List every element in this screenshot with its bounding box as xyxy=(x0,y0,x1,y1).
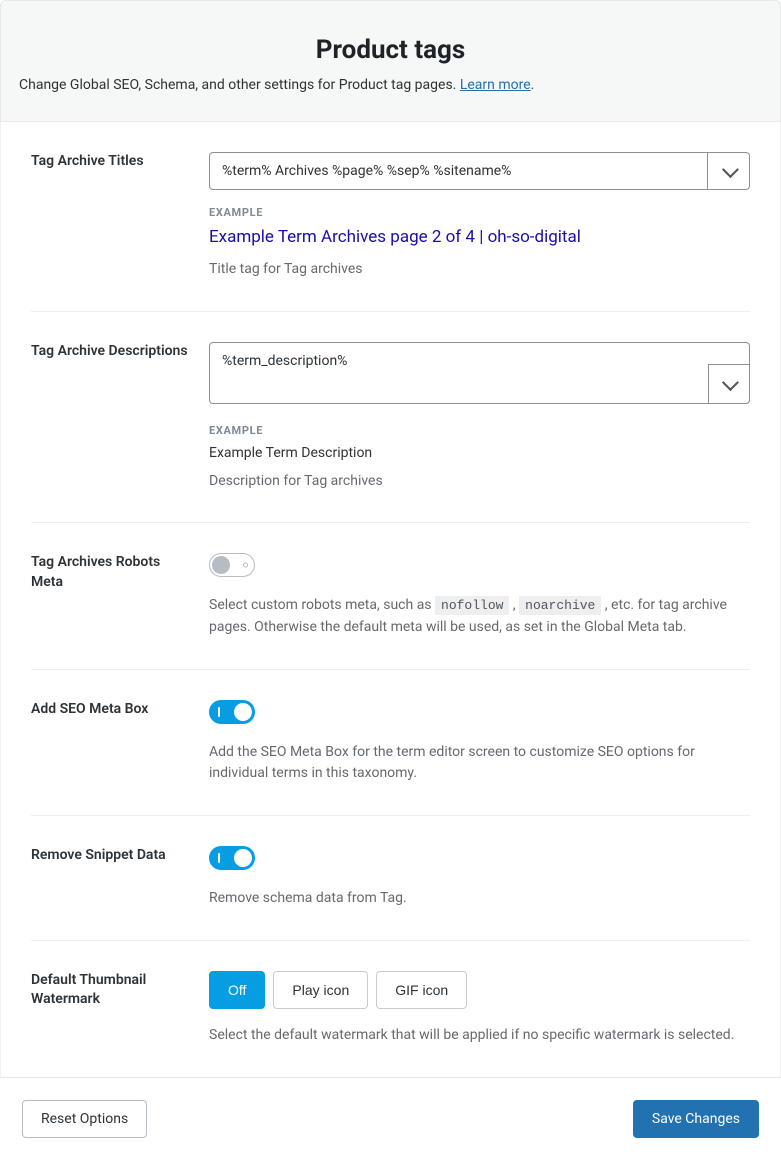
row-tag-archive-titles: Tag Archive Titles EXAMPLE Example Term … xyxy=(31,122,750,312)
example-label: EXAMPLE xyxy=(209,206,750,219)
learn-more-link[interactable]: Learn more xyxy=(460,77,531,93)
field-help: Select the default watermark that will b… xyxy=(209,1025,750,1047)
variable-dropdown-button[interactable] xyxy=(708,152,750,190)
seo-meta-box-toggle[interactable] xyxy=(209,700,255,724)
field-help: Select custom robots meta, such as nofol… xyxy=(209,595,750,638)
row-thumbnail-watermark: Default Thumbnail Watermark Off Play ico… xyxy=(31,941,750,1077)
row-robots-meta: Tag Archives Robots Meta Select custom r… xyxy=(31,523,750,669)
watermark-option-play-icon[interactable]: Play icon xyxy=(273,971,368,1009)
settings-form: Tag Archive Titles EXAMPLE Example Term … xyxy=(0,122,781,1077)
page-header: Product tags Change Global SEO, Schema, … xyxy=(0,0,781,122)
tag-archive-description-input[interactable] xyxy=(209,342,750,404)
reset-options-button[interactable]: Reset Options xyxy=(22,1100,147,1138)
row-seo-meta-box: Add SEO Meta Box Add the SEO Meta Box fo… xyxy=(31,670,750,816)
chevron-down-icon xyxy=(721,161,738,178)
field-label: Tag Archive Titles xyxy=(31,152,209,281)
field-label: Add SEO Meta Box xyxy=(31,700,209,785)
page-subtitle: Change Global SEO, Schema, and other set… xyxy=(19,77,762,93)
field-help: Remove schema data from Tag. xyxy=(209,888,750,910)
tag-archive-title-input[interactable] xyxy=(209,152,708,190)
chevron-down-icon xyxy=(722,374,739,391)
variable-dropdown-button[interactable] xyxy=(708,364,750,404)
field-label: Default Thumbnail Watermark xyxy=(31,971,209,1047)
watermark-option-gif-icon[interactable]: GIF icon xyxy=(376,971,467,1009)
code-nofollow: nofollow xyxy=(435,596,509,615)
example-label: EXAMPLE xyxy=(209,424,750,437)
row-tag-archive-descriptions: Tag Archive Descriptions EXAMPLE Example… xyxy=(31,312,750,524)
example-preview-description: Example Term Description xyxy=(209,445,750,461)
field-help: Add the SEO Meta Box for the term editor… xyxy=(209,742,750,785)
code-noarchive: noarchive xyxy=(519,596,601,615)
field-label: Remove Snippet Data xyxy=(31,846,209,910)
example-preview-title: Example Term Archives page 2 of 4 | oh-s… xyxy=(209,227,750,247)
field-help: Description for Tag archives xyxy=(209,471,750,493)
footer-actions: Reset Options Save Changes xyxy=(0,1077,781,1160)
save-changes-button[interactable]: Save Changes xyxy=(633,1100,759,1138)
robots-meta-toggle[interactable] xyxy=(209,553,255,577)
page-title: Product tags xyxy=(19,35,762,65)
row-remove-snippet: Remove Snippet Data Remove schema data f… xyxy=(31,816,750,941)
watermark-segmented-control: Off Play icon GIF icon xyxy=(209,971,750,1009)
remove-snippet-toggle[interactable] xyxy=(209,846,255,870)
field-label: Tag Archive Descriptions xyxy=(31,342,209,493)
field-help: Title tag for Tag archives xyxy=(209,259,750,281)
field-label: Tag Archives Robots Meta xyxy=(31,553,209,638)
watermark-option-off[interactable]: Off xyxy=(209,971,265,1009)
